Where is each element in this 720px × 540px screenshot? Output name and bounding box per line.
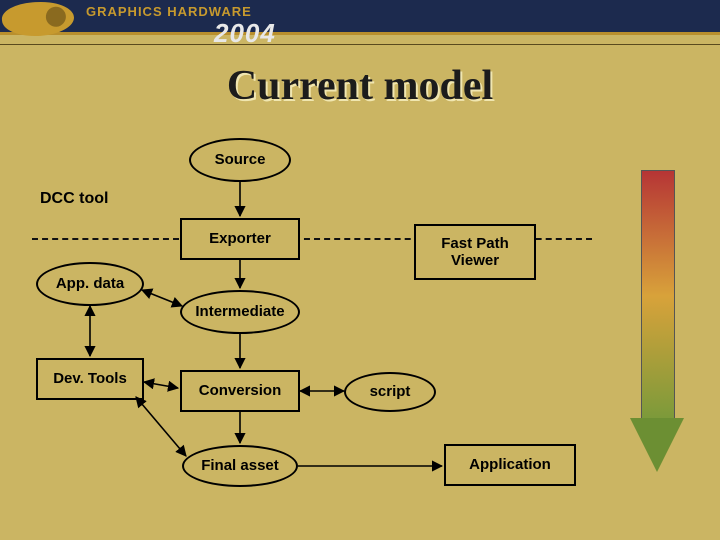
slide-title: Current model <box>0 62 720 110</box>
node-exporter: Exporter <box>180 218 300 260</box>
arrow-devtools-conversion <box>144 382 178 388</box>
conference-year: 2004 <box>214 18 276 49</box>
dcc-tool-label: DCC tool <box>40 190 108 208</box>
node-script: script <box>344 372 436 412</box>
node-fast-path: Fast Path Viewer <box>414 224 536 280</box>
progress-arrow-icon <box>630 170 684 490</box>
conference-name: GRAPHICS HARDWARE <box>86 4 252 19</box>
node-conversion: Conversion <box>180 370 300 412</box>
arrow-devtools-final <box>136 397 186 456</box>
banner-underline <box>0 44 720 45</box>
node-final-asset: Final asset <box>182 445 298 487</box>
node-app-data: App. data <box>36 262 144 306</box>
node-intermediate: Intermediate <box>180 290 300 334</box>
node-dev-tools: Dev. Tools <box>36 358 144 400</box>
node-source: Source <box>189 138 291 182</box>
arrow-appdata-intermediate <box>142 290 182 306</box>
header-banner: GRAPHICS HARDWARE 2004 <box>0 0 720 46</box>
node-application: Application <box>444 444 576 486</box>
